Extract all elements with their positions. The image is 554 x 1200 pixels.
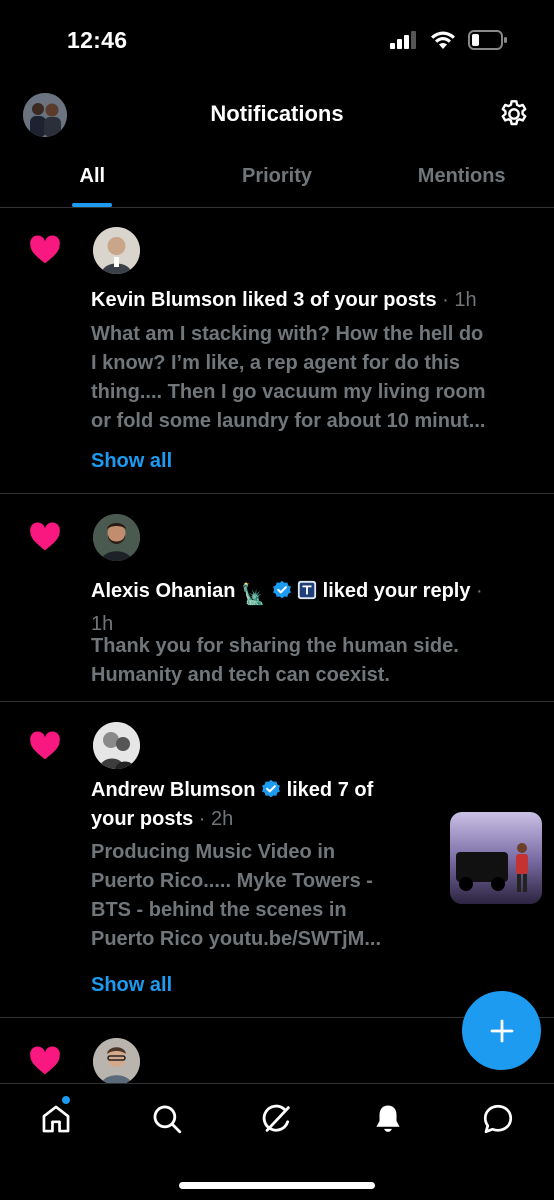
avatar[interactable] (93, 227, 140, 274)
status-bar: 12:46 (0, 0, 554, 84)
preview-line: I know? I’m like, a rep agent for do thi… (91, 352, 460, 374)
post-preview[interactable]: What am I stacking with? How the hell do… (91, 320, 538, 436)
notification-action: liked your reply (317, 580, 471, 602)
avatar[interactable] (93, 722, 140, 769)
notification-text: Kevin Blumson liked 3 of your posts · 1h (91, 289, 477, 311)
notification-time: 2h (211, 808, 234, 830)
notification-time: 1h (454, 289, 477, 311)
notification-tabs: All Priority Mentions (0, 146, 554, 208)
bell-icon (376, 1105, 400, 1132)
show-all-link[interactable]: Show all (91, 974, 172, 997)
notification-action: your posts (91, 808, 194, 830)
home-notification-dot (62, 1096, 70, 1104)
user-name[interactable]: Kevin Blumson (91, 289, 237, 311)
nav-messages[interactable] (481, 1102, 515, 1136)
show-all-link[interactable]: Show all (91, 450, 172, 473)
statue-of-liberty-emoji: 🗽 (241, 584, 266, 606)
settings-icon[interactable] (498, 98, 530, 130)
preview-line: Producing Music Video in (91, 841, 336, 863)
verified-badge-icon (262, 779, 280, 798)
home-indicator (179, 1182, 375, 1189)
nav-notifications[interactable] (371, 1102, 405, 1136)
status-time: 12:46 (67, 27, 128, 53)
notification-text: Alexis Ohanian 🗽 liked your reply · 1h (91, 580, 483, 635)
avatar[interactable] (93, 1038, 140, 1083)
verified-badge-icon (272, 580, 291, 599)
compose-button[interactable] (462, 991, 541, 1070)
status-icons (390, 30, 508, 50)
notification-action: liked 7 of (281, 779, 374, 801)
preview-line: Humanity and tech can coexist. (91, 664, 390, 686)
notification-feed[interactable]: Kevin Blumson liked 3 of your posts · 1h… (0, 208, 554, 1083)
notification-action: liked 3 of your posts (236, 289, 437, 311)
message-icon (483, 1104, 513, 1134)
nav-search[interactable] (150, 1102, 184, 1136)
notification-item[interactable]: Alexis Ohanian 🗽 liked your reply · 1h Th… (0, 494, 554, 702)
page-title: Notifications (210, 101, 344, 126)
preview-line: or fold some laundry for about 10 minut.… (91, 410, 486, 432)
notification-item[interactable]: Andrew Blumson liked 7 of your posts · 2h… (0, 702, 554, 1018)
preview-line: Thank you for sharing the human side. (91, 635, 459, 657)
grok-icon (262, 1104, 290, 1132)
heart-icon (30, 1046, 60, 1075)
search-icon (153, 1105, 182, 1134)
heart-icon (30, 731, 60, 760)
user-name[interactable]: Andrew Blumson (91, 779, 255, 801)
cellular-signal-icon (390, 31, 416, 49)
nav-home[interactable] (39, 1102, 73, 1136)
compose-plus-icon (490, 1019, 513, 1042)
heart-icon (30, 522, 60, 551)
header: Notifications (0, 84, 554, 146)
nav-grok[interactable] (260, 1102, 294, 1136)
bottom-navigation (0, 1083, 554, 1200)
heart-icon (30, 235, 60, 264)
post-thumbnail[interactable] (450, 812, 542, 904)
preview-line: Puerto Rico youtu.be/SWTjM... (91, 928, 381, 950)
user-name[interactable]: Alexis Ohanian (91, 580, 236, 602)
post-preview[interactable]: Producing Music Video in Puerto Rico....… (91, 838, 434, 954)
preview-line: What am I stacking with? How the hell do (91, 323, 484, 345)
tab-mentions-label: Mentions (417, 165, 506, 187)
active-tab-indicator (72, 203, 113, 207)
tab-priority[interactable]: Priority (185, 146, 370, 207)
preview-line: Puerto Rico..... Myke Towers - (91, 870, 373, 892)
tab-all[interactable]: All (0, 146, 185, 207)
wifi-icon (431, 31, 455, 49)
preview-line: BTS - behind the scenes in (91, 899, 347, 921)
battery-icon (468, 30, 507, 50)
avatar[interactable] (93, 514, 140, 561)
notification-item[interactable]: Kevin Blumson liked 3 of your posts · 1h… (0, 208, 554, 494)
post-preview[interactable]: Thank you for sharing the human side. Hu… (91, 632, 538, 690)
tab-mentions[interactable]: Mentions (369, 146, 554, 207)
tab-priority-label: Priority (241, 165, 313, 187)
home-icon (42, 1105, 70, 1133)
preview-line: thing.... Then I go vacuum my living roo… (91, 381, 486, 403)
tab-all-label: All (79, 165, 106, 187)
affiliate-badge-icon (298, 580, 317, 600)
